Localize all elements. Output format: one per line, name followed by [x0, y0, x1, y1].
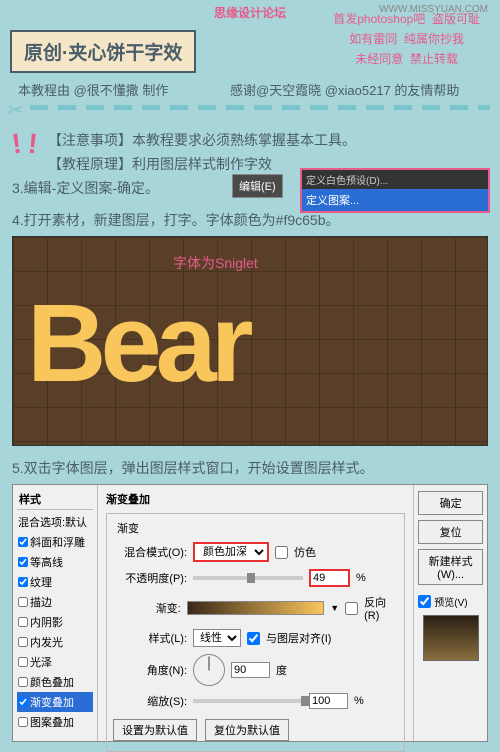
- style-checkbox[interactable]: [18, 617, 28, 627]
- page-title: 原创·夹心饼干字效: [24, 43, 182, 64]
- scale-label: 缩放(S):: [113, 693, 187, 709]
- subsection-label: 渐变: [117, 520, 398, 536]
- align-checkbox[interactable]: [247, 632, 260, 645]
- preview-label: 预览(V): [434, 594, 467, 609]
- style-item-2[interactable]: 纹理: [17, 572, 93, 592]
- reset-default-button[interactable]: 复位为默认值: [205, 719, 289, 741]
- style-checkbox[interactable]: [18, 537, 28, 547]
- author-line: 本教程由 @很不懂撒 制作: [18, 80, 168, 99]
- gradient-picker[interactable]: [187, 601, 324, 615]
- warn-3b: 禁止转载: [410, 52, 458, 66]
- font-label: 字体为Sniglet: [173, 253, 258, 273]
- align-label: 与图层对齐(I): [266, 630, 331, 646]
- dialog-buttons: 确定 复位 新建样式(W)... 预览(V): [413, 485, 487, 741]
- style-checkbox[interactable]: [18, 657, 28, 667]
- percent-label: %: [356, 572, 366, 584]
- note-1: 【注意事项】本教程要求必须熟练掌握基本工具。: [48, 130, 356, 150]
- style-item-1[interactable]: 等高线: [17, 552, 93, 572]
- style-label: 内阴影: [30, 614, 63, 630]
- warn-3a: 未经同意: [355, 52, 403, 66]
- style-checkbox[interactable]: [18, 577, 28, 587]
- warn-2a: 如有雷同: [349, 32, 397, 46]
- dither-label: 仿色: [294, 544, 316, 560]
- title-box: 原创·夹心饼干字效: [10, 30, 196, 73]
- scissors-icon: ✂: [8, 100, 23, 121]
- style-checkbox[interactable]: [18, 637, 28, 647]
- dashed-divider: [30, 105, 490, 110]
- angle-input[interactable]: [231, 662, 270, 678]
- forum-name: 思缘设计论坛: [214, 4, 286, 21]
- set-default-button[interactable]: 设置为默认值: [113, 719, 197, 741]
- style-item-4[interactable]: 内阴影: [17, 612, 93, 632]
- style-checkbox[interactable]: [18, 677, 28, 687]
- bear-text: Bear: [27, 289, 248, 399]
- note-2: 【教程原理】利用图层样式制作字效: [48, 154, 272, 174]
- gradient-panel: 渐变叠加 渐变 混合模式(O): 颜色加深 仿色 不透明度(P): % 渐变: …: [98, 485, 413, 741]
- section-title: 渐变叠加: [106, 491, 405, 507]
- style-label: 纹理: [30, 574, 52, 590]
- style-label: 渐变叠加: [30, 694, 74, 710]
- style-label: 斜面和浮雕: [30, 534, 85, 550]
- preview-swatch: [423, 615, 479, 661]
- step-3: 3.编辑-定义图案-确定。: [12, 178, 159, 198]
- style-checkbox[interactable]: [18, 717, 28, 727]
- step-5: 5.双击字体图层，弹出图层样式窗口，开始设置图层样式。: [12, 458, 374, 478]
- layer-style-dialog: 样式 混合选项:默认 斜面和浮雕等高线纹理描边内阴影内发光光泽颜色叠加渐变叠加图…: [12, 484, 488, 742]
- style-item-0[interactable]: 斜面和浮雕: [17, 532, 93, 552]
- style-label: 内发光: [30, 634, 63, 650]
- opacity-slider[interactable]: [193, 576, 303, 580]
- style-checkbox[interactable]: [18, 697, 28, 707]
- blend-mode-label: 混合模式(O):: [113, 544, 187, 560]
- exclaim-icon: !: [26, 128, 39, 161]
- new-style-button[interactable]: 新建样式(W)...: [418, 549, 483, 585]
- style-label: 描边: [30, 594, 52, 610]
- style-checkbox[interactable]: [18, 597, 28, 607]
- edit-menu-button[interactable]: 编辑(E): [232, 174, 283, 198]
- percent-label: %: [354, 695, 364, 707]
- preview-checkbox[interactable]: [418, 595, 431, 608]
- reverse-checkbox[interactable]: [345, 602, 358, 615]
- angle-label: 角度(N):: [113, 662, 187, 678]
- styles-header: 样式: [17, 489, 93, 510]
- thanks-line: 感谢@天空霞晓 @xiao5217 的友情帮助: [230, 80, 459, 99]
- style-item-5[interactable]: 内发光: [17, 632, 93, 652]
- scale-slider[interactable]: [193, 699, 303, 703]
- scale-input[interactable]: [309, 693, 348, 709]
- style-checkbox[interactable]: [18, 557, 28, 567]
- style-label: 等高线: [30, 554, 63, 570]
- warnings: 首发photoshop吧 盗版可耻 如有雷同 纯属你抄我 未经同意 禁止转载: [333, 8, 480, 68]
- blend-default[interactable]: 混合选项:默认: [17, 512, 93, 532]
- exclaim-icon: !: [10, 128, 24, 161]
- style-label: 样式(L):: [113, 630, 187, 646]
- opacity-label: 不透明度(P):: [113, 570, 187, 586]
- style-label: 颜色叠加: [30, 674, 74, 690]
- style-item-7[interactable]: 颜色叠加: [17, 672, 93, 692]
- menu-item-define-pattern[interactable]: 定义图案...: [302, 189, 488, 211]
- angle-dial[interactable]: [193, 654, 225, 686]
- bear-preview: 字体为Sniglet Bear: [12, 236, 488, 446]
- cancel-button[interactable]: 复位: [418, 520, 483, 544]
- blend-mode-select[interactable]: 颜色加深: [193, 542, 269, 562]
- degree-label: 度: [276, 662, 287, 678]
- warn-1b: 盗版可耻: [432, 12, 480, 26]
- style-item-8[interactable]: 渐变叠加: [17, 692, 93, 712]
- style-select[interactable]: 线性: [193, 629, 241, 647]
- menu-screenshot: 定义白色预设(D)... 定义图案...: [300, 168, 490, 213]
- style-item-9[interactable]: 图案叠加: [17, 712, 93, 732]
- style-label: 光泽: [30, 654, 52, 670]
- reverse-label: 反向(R): [364, 594, 398, 622]
- style-item-3[interactable]: 描边: [17, 592, 93, 612]
- styles-list: 样式 混合选项:默认 斜面和浮雕等高线纹理描边内阴影内发光光泽颜色叠加渐变叠加图…: [13, 485, 98, 741]
- warn-2b: 纯属你抄我: [404, 32, 464, 46]
- style-label: 图案叠加: [30, 714, 74, 730]
- opacity-input[interactable]: [309, 569, 350, 587]
- ok-button[interactable]: 确定: [418, 491, 483, 515]
- style-item-6[interactable]: 光泽: [17, 652, 93, 672]
- step-4: 4.打开素材，新建图层，打字。字体颜色为#f9c65b。: [12, 210, 340, 230]
- dither-checkbox[interactable]: [275, 546, 288, 559]
- gradient-label: 渐变:: [113, 600, 181, 616]
- warn-1a: 首发photoshop吧: [333, 12, 425, 26]
- menu-item-preset[interactable]: 定义白色预设(D)...: [302, 170, 488, 189]
